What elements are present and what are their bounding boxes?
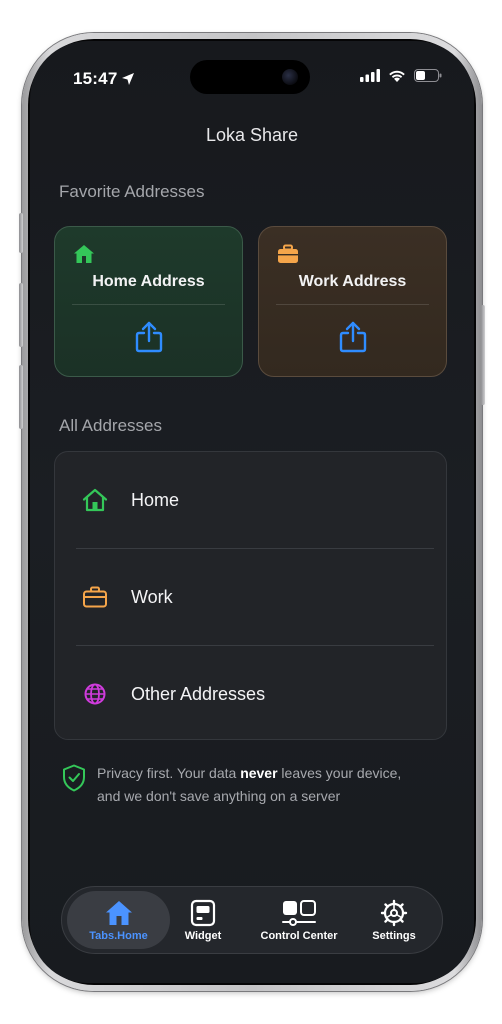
briefcase-icon — [83, 586, 107, 608]
list-item-label: Other Addresses — [131, 683, 266, 704]
volume-down-button — [19, 365, 23, 429]
favorites-section-title: Favorite Addresses — [59, 182, 205, 201]
briefcase-icon — [278, 244, 298, 263]
camera-icon — [282, 69, 298, 85]
app-title: Loka Share — [205, 125, 299, 145]
screen: 15:47 Loka Share Favorite Addresses Home… — [30, 41, 474, 983]
tab-widget[interactable]: Widget — [172, 891, 234, 949]
shield-check-icon — [63, 764, 85, 792]
tab-settings[interactable]: Settings — [362, 891, 426, 949]
divider — [276, 304, 429, 305]
status-bar-right — [360, 69, 442, 82]
favorite-home-label: Home Address — [92, 273, 205, 290]
phone-device-frame: 15:47 Loka Share Favorite Addresses Home… — [19, 33, 485, 991]
favorite-card-home[interactable]: Home Address — [54, 226, 243, 377]
tab-home[interactable]: Tabs.Home — [67, 891, 170, 949]
status-bar-time: 15:47 — [73, 69, 135, 89]
all-addresses-list: Home Work Other Addresses — [54, 451, 447, 740]
tab-label: Widget — [184, 929, 222, 942]
list-item-label: Home — [131, 489, 180, 510]
volume-up-button — [19, 283, 23, 347]
tab-label: Tabs.Home — [89, 929, 148, 942]
privacy-text-bold: never — [240, 765, 278, 781]
time-text: 15:47 — [73, 69, 118, 88]
house-icon — [74, 245, 94, 263]
favorite-card-work[interactable]: Work Address — [258, 226, 447, 377]
cellular-signal-icon — [360, 69, 380, 82]
tab-bar: Tabs.Home Widget Control Center Settings — [61, 886, 443, 954]
house-icon — [105, 900, 132, 925]
divider — [72, 304, 225, 305]
dynamic-island — [190, 60, 310, 94]
tab-label: Settings — [372, 929, 416, 942]
location-arrow-icon — [122, 73, 135, 85]
widget-icon — [190, 899, 216, 926]
tab-label: Control Center — [260, 929, 338, 942]
house-icon — [82, 488, 108, 512]
favorite-work-label: Work Address — [298, 273, 407, 290]
share-icon[interactable] — [135, 321, 163, 353]
privacy-text-line2: and we don't save anything on a server — [97, 788, 341, 804]
list-item-other-addresses[interactable]: Other Addresses — [55, 646, 446, 742]
action-button — [19, 213, 23, 253]
tab-control-center[interactable]: Control Center — [244, 891, 354, 949]
control-center-icon — [282, 899, 316, 926]
privacy-text: Privacy first. Your data never leaves yo… — [97, 762, 401, 808]
list-item-home[interactable]: Home — [55, 452, 446, 548]
list-item-label: Work — [131, 586, 173, 607]
globe-icon — [84, 683, 106, 705]
privacy-text-part: Privacy first. Your data — [97, 765, 241, 781]
wifi-icon — [389, 70, 405, 82]
battery-icon — [414, 69, 442, 82]
privacy-text-part: leaves your device, — [277, 765, 402, 781]
list-item-work[interactable]: Work — [55, 549, 446, 645]
power-button — [481, 305, 485, 405]
share-icon[interactable] — [339, 321, 367, 353]
all-addresses-section-title: All Addresses — [59, 416, 162, 435]
gear-icon — [380, 899, 408, 926]
